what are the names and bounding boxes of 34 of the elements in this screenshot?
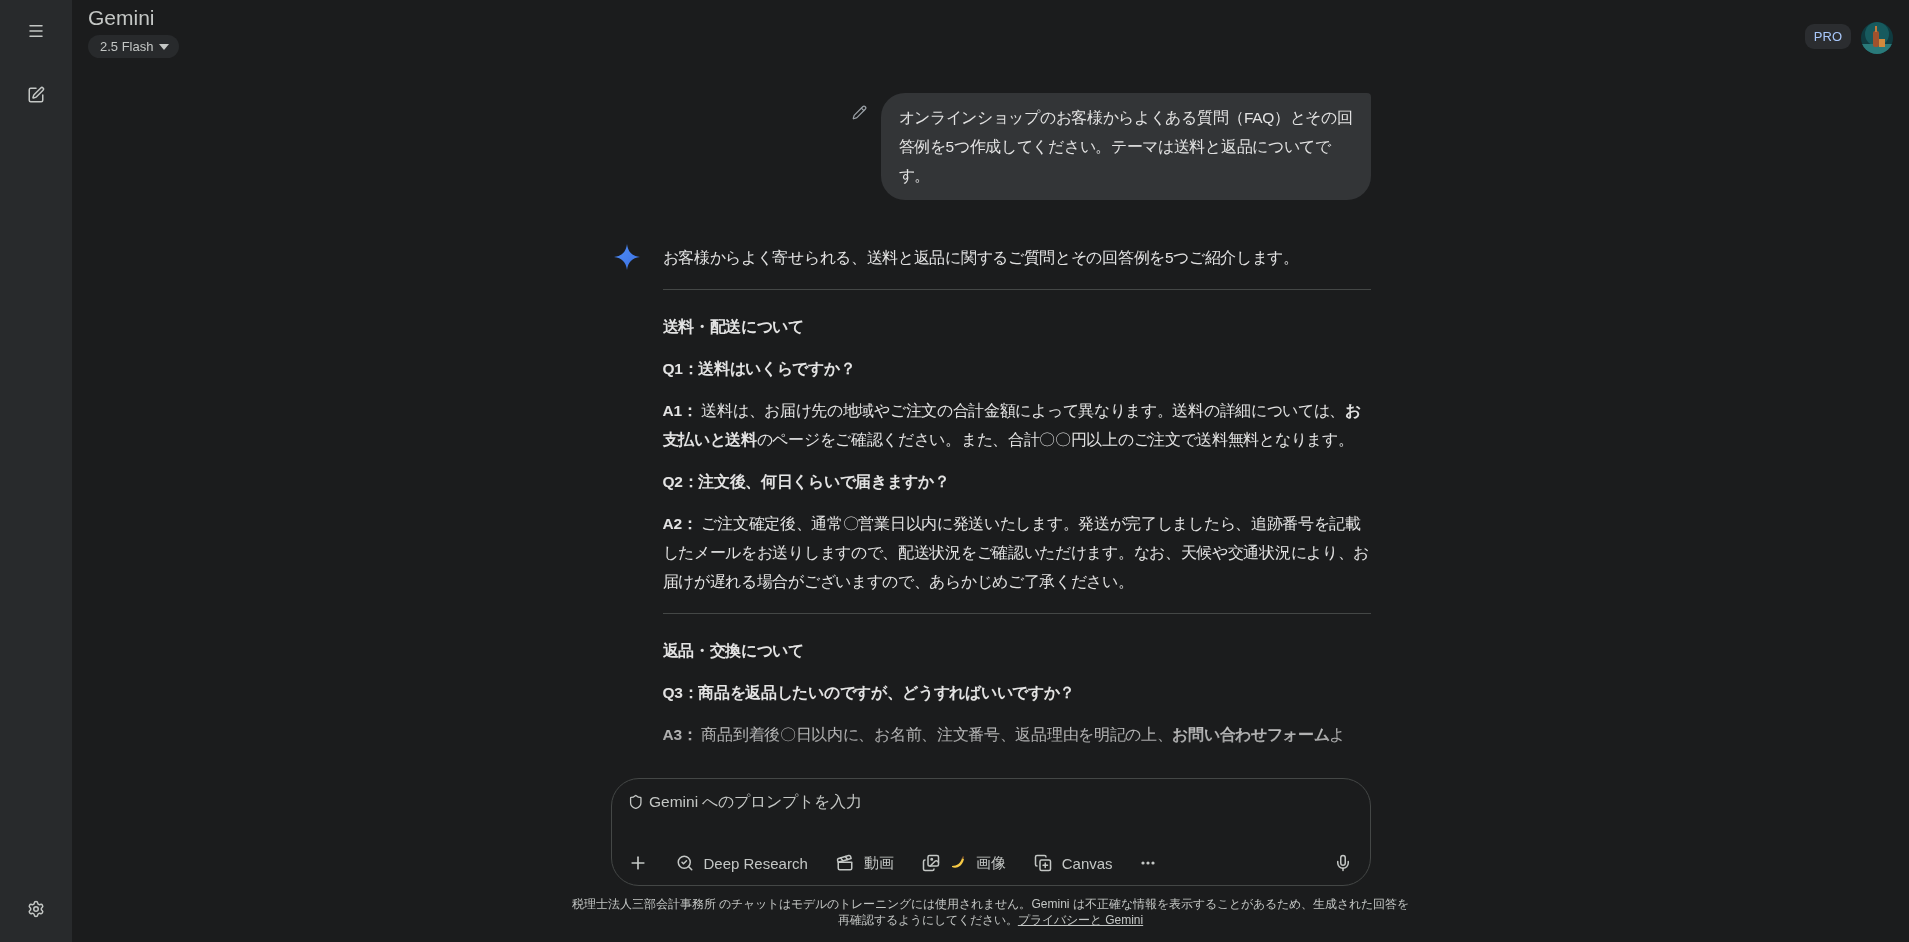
shield-icon bbox=[627, 794, 644, 810]
caret-icon bbox=[159, 43, 170, 50]
menu-icon bbox=[27, 22, 45, 40]
faq-question: Q1：送料はいくらですか？ bbox=[662, 359, 857, 379]
faq-answer: A2： ご注文確定後、通常〇営業日以内に発送いたします。発送が完了しましたら、追跡番号を記載したメールをお送りしますので、配送状況をご確認いただけます。なお、天候や交通状況により、お届けが遅れる場合がございますので、あらかじめご了承ください。 bbox=[662, 514, 1370, 592]
settings-icon bbox=[27, 900, 45, 918]
plan-badge: PRO bbox=[1804, 24, 1851, 49]
faq-answer: A1： 送料は、お届け先の地域やご注文の合計金額によって異なります。送料の詳細については、お支払いと送料のページをご確認ください。また、合計〇〇円以上のご注文で送料無料となります。 bbox=[662, 401, 1362, 450]
banana-icon bbox=[949, 855, 966, 871]
more-icon bbox=[1140, 861, 1155, 865]
more-button[interactable] bbox=[1140, 861, 1155, 865]
video-button[interactable]: 動画 bbox=[835, 853, 894, 873]
clapperboard-icon bbox=[835, 854, 854, 872]
section-heading: 返品・交換について bbox=[662, 641, 805, 661]
privacy-link[interactable]: プライバシーと Gemini bbox=[1017, 913, 1144, 927]
search-icon bbox=[675, 854, 694, 872]
pen-square-icon bbox=[27, 86, 45, 104]
edit-button[interactable] bbox=[851, 105, 867, 120]
prompt-input[interactable]: Gemini へのプロンプトを入力 bbox=[649, 793, 1352, 811]
canvas-icon bbox=[1033, 854, 1052, 872]
model-picker[interactable]: 2.5 Flash bbox=[88, 35, 180, 58]
response-intro: お客様からよく寄せられる、送料と返品に関するご質問とその回答例を5つご紹介します。 bbox=[662, 248, 1300, 268]
faq-answer: A3： 商品到着後〇日以内に、お名前、注文番号、返品理由を明記の上、お問い合わせフォームよ bbox=[662, 725, 1347, 745]
section-heading: 送料・配送について bbox=[662, 317, 805, 337]
faq-question: Q2：注文後、何日くらいで届きますか？ bbox=[662, 472, 951, 492]
disclaimer-text: 税理士法人三部会計事務所 のチャットはモデルのトレーニングには使用されません。Gemini は不正確な情報を表示することがあるため、生成された回答を再確認するようにしてください。プライバシーと Gemini bbox=[571, 896, 1410, 928]
canvas-button[interactable]: Canvas bbox=[1033, 854, 1113, 872]
app-title: Gemini bbox=[88, 6, 155, 30]
deep-research-button[interactable]: Deep Research bbox=[675, 854, 808, 872]
faq-question: Q3：商品を返品したいのですが、どうすればいいですか？ bbox=[662, 683, 1077, 704]
pencil-icon bbox=[851, 105, 867, 120]
image-button[interactable]: 画像 bbox=[921, 853, 1006, 873]
images-icon bbox=[921, 854, 940, 872]
user-message: オンラインショップのお客様からよくある質問（FAQ）とその回答例を5つ作成してください。テーマは送料と返品についてです。 bbox=[880, 93, 1371, 200]
